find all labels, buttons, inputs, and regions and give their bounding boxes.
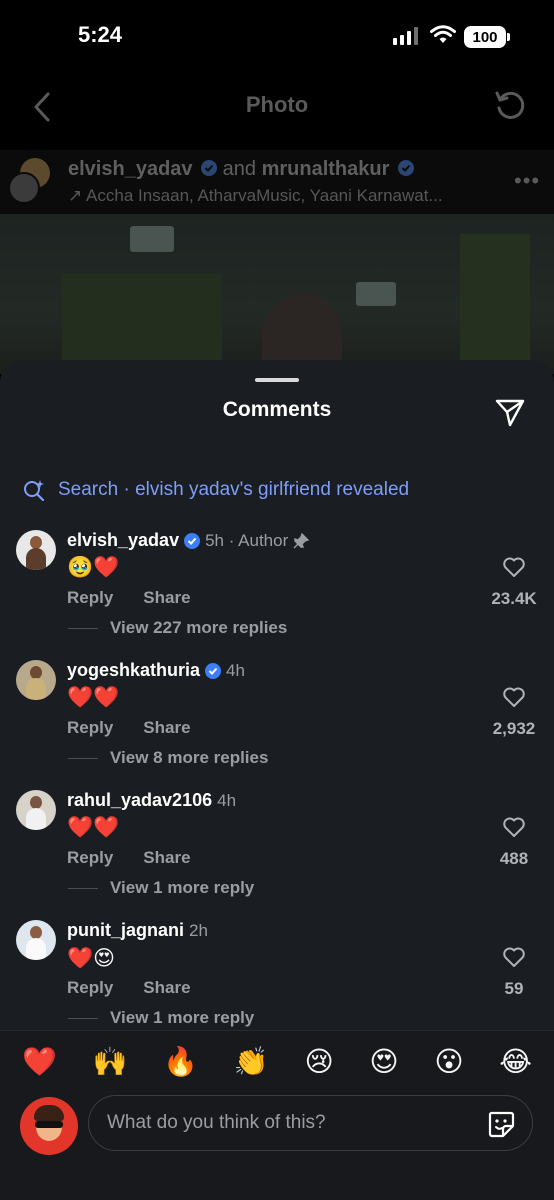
share-button[interactable]: Share [143,848,190,868]
avatar[interactable] [16,660,56,700]
reaction-heart-eyes[interactable]: 😍 [369,1045,398,1078]
post-authors: elvish_yadav and mrunalthakur [68,158,414,181]
heart-icon [503,557,525,577]
reply-button[interactable]: Reply [67,848,113,868]
like-button[interactable]: 23.4K [484,556,544,609]
post-author-2[interactable]: mrunalthakur [262,158,390,180]
sheet-title: Comments [222,398,332,421]
view-replies-button[interactable]: View 1 more reply [68,878,254,898]
reaction-wow[interactable]: 😮 [434,1045,463,1078]
view-replies-button[interactable]: View 8 more replies [68,748,268,768]
like-count: 2,932 [492,719,536,738]
reaction-heart[interactable]: ❤️ [22,1045,57,1078]
reaction-laugh[interactable]: 😂 [499,1045,532,1078]
comment-username-text: elvish_yadav [67,530,180,550]
related-search-text: Search · elvish yadav's girlfriend revea… [58,479,410,500]
avatar[interactable] [16,920,56,960]
comment-input[interactable]: What do you think of this? [88,1095,533,1151]
comment-username[interactable]: rahul_yadav2106 4h [67,790,236,811]
share-button[interactable]: Share [143,718,190,738]
comment-input-placeholder: What do you think of this? [107,1112,326,1133]
verified-badge-icon [205,662,222,679]
avatar[interactable] [16,790,56,830]
like-button[interactable]: 2,932 [484,686,544,739]
reply-button[interactable]: Reply [67,718,113,738]
comment-text: ❤️❤️ [67,686,120,709]
status-bar: 5:24 100 [0,0,554,72]
pin-icon [293,532,310,548]
post-author-1[interactable]: elvish_yadav [68,158,193,180]
view-replies-text: View 1 more reply [110,878,255,897]
post-photo [0,214,554,374]
reaction-cry[interactable]: 😢 [304,1045,333,1078]
verified-badge-icon [201,160,218,176]
comment-meta: 4h [217,790,237,810]
avatar [8,172,40,204]
comment-username[interactable]: punit_jagnani 2h [67,920,208,941]
battery-indicator: 100 [464,26,510,48]
view-replies-button[interactable]: View 227 more replies [68,618,287,638]
avatar [20,1097,78,1155]
comment-username[interactable]: yogeshkathuria 4h [67,660,245,681]
status-time: 5:24 [78,22,123,47]
comment-meta: 5h · Author [205,530,289,550]
wifi-icon [430,25,456,43]
comment-username-text: yogeshkathuria [67,660,201,680]
comment-text: ❤️😍 [67,947,116,970]
share-button[interactable]: Share [143,588,190,608]
comment-meta: 4h [226,660,245,680]
heart-icon [503,687,525,707]
comment-username-text: punit_jagnani [67,920,184,940]
like-count: 23.4K [491,589,537,608]
reaction-raised-hands[interactable]: 🙌 [93,1045,128,1078]
photo-header: Photo [0,72,554,144]
comment-username[interactable]: elvish_yadav 5h · Author [67,530,310,551]
heart-icon [503,947,525,967]
comment-item: yogeshkathuria 4h ❤️❤️ Reply Share View … [0,660,554,790]
page-title: Photo [245,92,309,117]
comment-item: elvish_yadav 5h · Author 🥹❤️ Reply Share… [0,530,554,660]
reply-button[interactable]: Reply [67,978,113,998]
verified-badge-icon [184,532,201,549]
reply-button[interactable]: Reply [67,588,113,608]
view-replies-text: View 1 more reply [110,1008,255,1027]
verified-badge-icon [397,160,414,176]
quick-reactions: ❤️ 🙌 🔥 👏 😢 😍 😮 😂 [22,1045,532,1078]
post-authors-joiner: and [222,158,262,180]
refresh-icon[interactable] [493,88,527,122]
comment-text: ❤️❤️ [67,816,120,839]
comment-item: rahul_yadav2106 4h ❤️❤️ Reply Share View… [0,790,554,920]
reaction-clap[interactable]: 👏 [234,1045,269,1078]
avatar[interactable] [16,530,56,570]
sticker-icon[interactable] [486,1109,516,1139]
heart-icon [503,817,525,837]
view-replies-text: View 8 more replies [110,748,269,767]
related-search-link[interactable]: Search · elvish yadav's girlfriend revea… [22,478,409,502]
view-replies-text: View 227 more replies [110,618,288,637]
view-replies-button[interactable]: View 1 more reply [68,1008,254,1028]
comment-composer: ❤️ 🙌 🔥 👏 😢 😍 😮 😂 What do you think of th… [0,1030,554,1200]
cellular-signal-icon [393,27,418,45]
comment-username-text: rahul_yadav2106 [67,790,213,810]
reaction-fire[interactable]: 🔥 [163,1045,198,1078]
like-count: 59 [504,979,524,998]
post-header: elvish_yadav and mrunalthakur ↗ Accha In… [0,150,554,214]
comment-text: 🥹❤️ [67,556,120,579]
like-count: 488 [499,849,529,868]
search-sparkle-icon [24,480,45,502]
like-button[interactable]: 488 [484,816,544,869]
collab-avatars[interactable] [8,158,52,204]
like-button[interactable]: 59 [484,946,544,999]
sheet-drag-handle[interactable] [255,378,299,382]
comment-meta: 2h [189,920,208,940]
post-audio-label[interactable]: ↗ Accha Insaan, AtharvaMusic, Yaani Karn… [68,186,443,206]
share-button[interactable]: Share [143,978,190,998]
share-send-icon[interactable] [494,396,526,428]
more-options-icon[interactable]: ••• [514,168,540,194]
